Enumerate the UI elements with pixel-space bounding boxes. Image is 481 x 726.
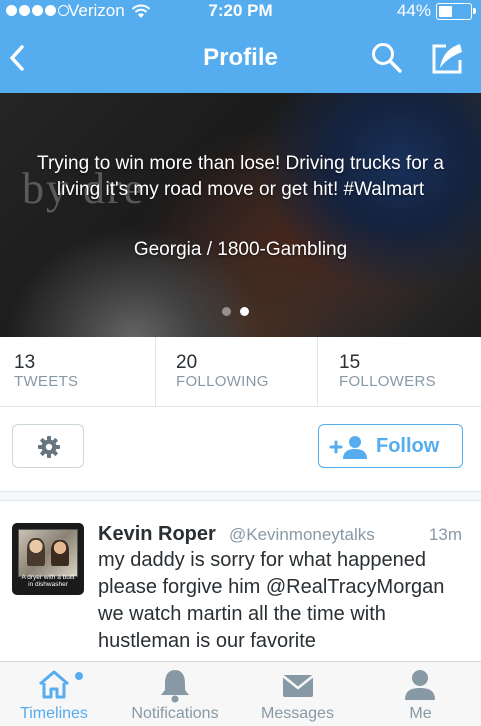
page-title: Profile bbox=[203, 44, 278, 71]
page-dot[interactable] bbox=[222, 307, 231, 316]
following-count: 20 bbox=[176, 352, 198, 373]
tweets-label: TWEETS bbox=[14, 373, 79, 390]
navigation-bar: Profile bbox=[0, 26, 481, 93]
avatar-caption-line-2: in dishwasher bbox=[28, 581, 68, 588]
profile-bio: Trying to win more than lose! Driving tr… bbox=[37, 153, 444, 200]
profile-location: Georgia / 1800-Gambling bbox=[133, 239, 348, 260]
avatar[interactable]: A dryer with a built in dishwasher bbox=[12, 523, 84, 595]
stat-tweets[interactable]: 13 TWEETS bbox=[0, 337, 155, 407]
profile-actions: Follow bbox=[0, 407, 481, 491]
search-icon[interactable] bbox=[370, 40, 404, 76]
new-activity-dot bbox=[75, 672, 83, 680]
tweet-timestamp: 13m bbox=[428, 525, 462, 544]
avatar-caption: A dryer with a built in dishwasher bbox=[16, 574, 80, 588]
follow-button[interactable]: Follow bbox=[318, 424, 463, 468]
tab-me[interactable]: Me bbox=[360, 662, 481, 726]
gear-icon bbox=[38, 436, 60, 458]
tab-label: Messages bbox=[261, 705, 334, 722]
add-user-icon bbox=[329, 436, 367, 459]
tab-label: Timelines bbox=[20, 705, 88, 722]
settings-button[interactable] bbox=[12, 424, 84, 468]
tab-notifications[interactable]: Notifications bbox=[115, 662, 235, 726]
tweets-count: 13 bbox=[14, 352, 36, 373]
banner-shade bbox=[0, 93, 481, 337]
profile-banner[interactable]: by dre Trying to win more than lose! Dri… bbox=[0, 93, 481, 337]
app-header: Verizon 7:20 PM 44% Profile bbox=[0, 0, 481, 93]
stat-followers[interactable]: 15 FOLLOWERS bbox=[318, 337, 481, 407]
tweet-author-handle[interactable]: @Kevinmoneytalks bbox=[229, 525, 375, 545]
person-icon bbox=[405, 670, 435, 700]
followers-label: FOLLOWERS bbox=[339, 373, 436, 390]
status-bar: Verizon 7:20 PM 44% bbox=[0, 0, 481, 26]
page-dot-active[interactable] bbox=[240, 307, 249, 316]
stat-following[interactable]: 20 FOLLOWING bbox=[156, 337, 317, 407]
bell-icon bbox=[161, 670, 189, 703]
avatar-photo bbox=[18, 529, 78, 577]
tab-messages[interactable]: Messages bbox=[240, 662, 355, 726]
tab-label: Me bbox=[409, 705, 432, 722]
following-label: FOLLOWING bbox=[176, 373, 269, 390]
followers-count: 15 bbox=[339, 352, 361, 373]
tweet-author-name[interactable]: Kevin Roper bbox=[98, 523, 216, 546]
tweet[interactable]: A dryer with a built in dishwasher Kevin… bbox=[0, 501, 481, 661]
battery-icon bbox=[436, 3, 476, 20]
tab-bar: Timelines Notifications Messages Me bbox=[0, 661, 481, 726]
tweet-text: my daddy is sorry for what happened plea… bbox=[98, 549, 445, 652]
profile-stats: 13 TWEETS 20 FOLLOWING 15 FOLLOWERS bbox=[0, 337, 481, 407]
banner-page-indicator[interactable] bbox=[222, 307, 249, 316]
avatar-caption-line-1: A dryer with a built bbox=[21, 574, 75, 581]
section-divider bbox=[0, 491, 481, 501]
tab-label: Notifications bbox=[131, 705, 219, 722]
battery-percentage: 44% bbox=[396, 1, 431, 20]
compose-icon[interactable] bbox=[426, 40, 466, 76]
tab-timelines[interactable]: Timelines bbox=[0, 662, 108, 726]
envelope-icon bbox=[282, 675, 314, 697]
home-icon bbox=[39, 670, 69, 699]
follow-label: Follow bbox=[376, 435, 440, 457]
